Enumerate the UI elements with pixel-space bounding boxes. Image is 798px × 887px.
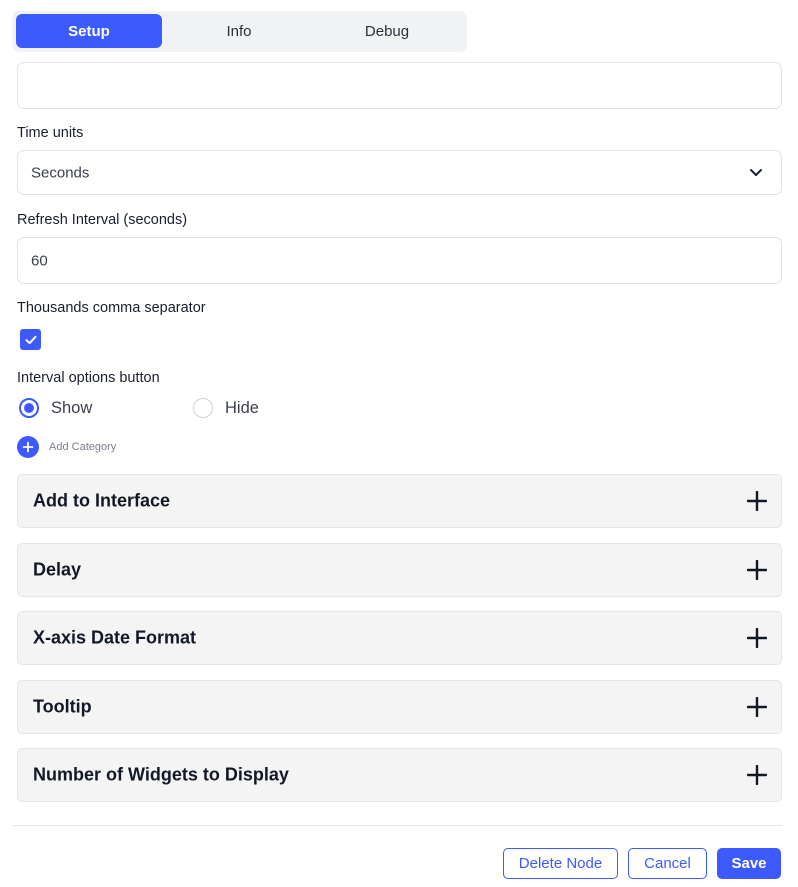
cancel-button[interactable]: Cancel: [628, 848, 707, 879]
time-units-select[interactable]: Seconds: [17, 150, 782, 195]
delete-node-button[interactable]: Delete Node: [503, 848, 618, 879]
section-title: X-axis Date Format: [33, 627, 197, 648]
refresh-interval-label: Refresh Interval (seconds): [17, 212, 188, 228]
footer-divider: [12, 825, 782, 826]
expand-plus-icon[interactable]: [747, 697, 767, 717]
time-units-selected-value: Seconds: [31, 164, 90, 181]
tab-debug[interactable]: Debug: [314, 14, 460, 48]
section-title: Add to Interface: [33, 490, 171, 511]
radio-show[interactable]: Show: [19, 397, 92, 419]
time-units-label: Time units: [17, 125, 84, 141]
radio-hide-label: Hide: [225, 398, 259, 417]
add-category-label: Add Category: [49, 441, 117, 453]
plus-circle-icon: [17, 436, 39, 458]
refresh-interval-input[interactable]: 60: [17, 237, 782, 284]
tab-setup[interactable]: Setup: [16, 14, 162, 48]
chevron-down-icon: [750, 168, 762, 176]
section-title: Number of Widgets to Display: [33, 764, 289, 785]
radio-show-indicator[interactable]: [19, 398, 39, 418]
section-delay[interactable]: Delay: [17, 543, 782, 597]
thousands-separator-label: Thousands comma separator: [17, 300, 206, 316]
section-title: Tooltip: [33, 696, 92, 717]
section-tooltip[interactable]: Tooltip: [17, 680, 782, 734]
top-text-field[interactable]: [17, 62, 782, 109]
section-x-axis-date-format[interactable]: X-axis Date Format: [17, 611, 782, 665]
radio-hide-indicator[interactable]: [193, 398, 213, 418]
thousands-separator-checkbox[interactable]: [20, 329, 41, 350]
tab-info[interactable]: Info: [164, 14, 314, 48]
add-category-button[interactable]: Add Category: [17, 436, 116, 458]
section-number-of-widgets[interactable]: Number of Widgets to Display: [17, 748, 782, 802]
expand-plus-icon[interactable]: [747, 560, 767, 580]
tab-bar: Setup Info Debug: [12, 11, 467, 52]
expand-plus-icon[interactable]: [747, 491, 767, 511]
section-add-to-interface[interactable]: Add to Interface: [17, 474, 782, 528]
interval-options-label: Interval options button: [17, 370, 160, 386]
save-button[interactable]: Save: [717, 848, 781, 879]
refresh-interval-value: 60: [31, 252, 48, 269]
radio-hide[interactable]: Hide: [193, 397, 259, 419]
expand-plus-icon[interactable]: [747, 765, 767, 785]
check-icon: [25, 335, 36, 344]
radio-show-label: Show: [51, 398, 93, 417]
expand-plus-icon[interactable]: [747, 628, 767, 648]
section-title: Delay: [33, 559, 82, 580]
